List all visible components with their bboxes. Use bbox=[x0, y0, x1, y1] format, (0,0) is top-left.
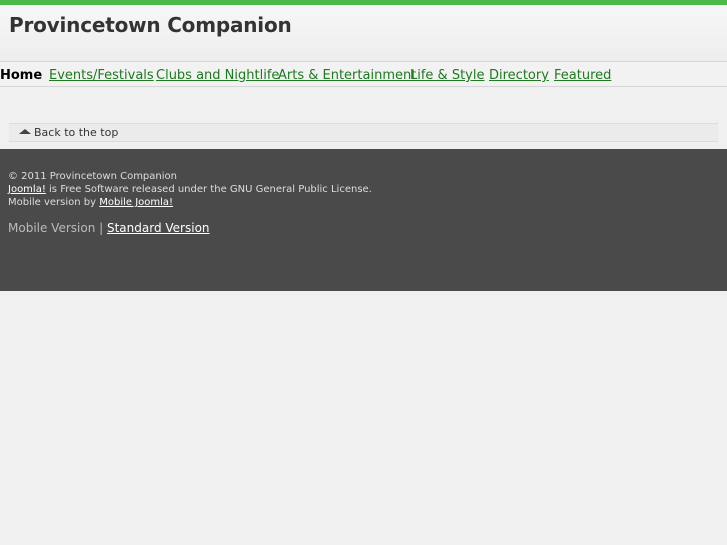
license-line: Joomla! is Free Software released under … bbox=[8, 183, 372, 196]
nav-item-featured[interactable]: Featured bbox=[554, 68, 611, 83]
mobile-version-label: Mobile Version bbox=[8, 221, 96, 235]
version-separator: | bbox=[95, 221, 107, 235]
arrow-up-icon bbox=[19, 129, 31, 134]
back-to-top-label: Back to the top bbox=[34, 126, 119, 139]
mobile-joomla-link[interactable]: Mobile Joomla! bbox=[99, 197, 173, 208]
copyright-text: © 2011 Provincetown Companion bbox=[8, 171, 177, 182]
nav-item-home[interactable]: Home bbox=[0, 68, 42, 83]
nav-item-directory[interactable]: Directory bbox=[489, 68, 549, 83]
mobile-credit-line: Mobile version by Mobile Joomla! bbox=[8, 196, 372, 209]
site-title: Provincetown Companion bbox=[9, 13, 292, 37]
standard-version-link[interactable]: Standard Version bbox=[107, 221, 210, 235]
joomla-link[interactable]: Joomla! bbox=[8, 184, 46, 195]
nav-item-life-style[interactable]: Life & Style bbox=[410, 68, 484, 83]
license-text: is Free Software released under the GNU … bbox=[45, 184, 372, 195]
mobile-credit-prefix: Mobile version by bbox=[8, 197, 100, 208]
main-content bbox=[0, 87, 727, 123]
nav-item-arts-entertainment[interactable]: Arts & Entertainment bbox=[278, 68, 416, 83]
main-navigation: Home Events/Festivals Clubs and Nightlif… bbox=[0, 62, 727, 87]
site-header: Provincetown Companion bbox=[0, 5, 727, 62]
site-footer: © 2011 Provincetown Companion Joomla! is… bbox=[0, 149, 727, 291]
nav-item-events-festivals[interactable]: Events/Festivals bbox=[49, 68, 154, 83]
back-to-top-link[interactable]: Back to the top bbox=[9, 123, 718, 142]
footer-text: © 2011 Provincetown Companion Joomla! is… bbox=[8, 170, 372, 209]
version-switcher: Mobile Version | Standard Version bbox=[8, 222, 210, 235]
nav-item-clubs-nightlife[interactable]: Clubs and Nightlife bbox=[156, 68, 279, 83]
